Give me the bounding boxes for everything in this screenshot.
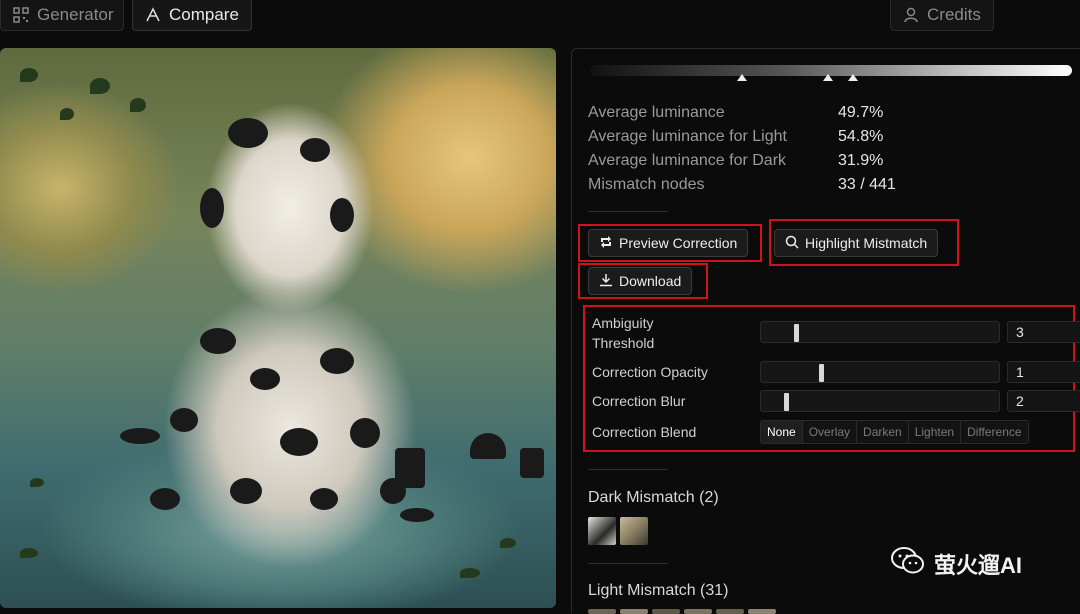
dark-mismatch-title: Dark Mismatch (2) xyxy=(588,489,719,506)
credits-label: Credits xyxy=(927,5,981,24)
highlight-mismatch-label: Highlight Mistmatch xyxy=(805,235,928,251)
stat-row: Mismatch nodes 33 / 441 xyxy=(588,173,896,197)
divider xyxy=(588,469,668,470)
download-icon xyxy=(599,273,613,290)
credits-button[interactable]: Credits xyxy=(890,0,994,31)
mismatch-thumbnail[interactable] xyxy=(620,609,648,614)
correction-opacity-slider[interactable] xyxy=(760,361,1000,383)
mismatch-thumbnail[interactable] xyxy=(748,609,776,614)
download-label: Download xyxy=(619,273,682,289)
luminance-marker-light xyxy=(848,74,858,81)
stat-label: Average luminance for Dark xyxy=(588,152,787,169)
mismatch-thumbnail[interactable] xyxy=(652,609,680,614)
user-icon xyxy=(903,7,919,23)
stat-row: Average luminance for Light 54.8% xyxy=(588,125,896,149)
mismatch-thumbnail[interactable] xyxy=(716,609,744,614)
stat-label: Mismatch nodes xyxy=(588,176,705,193)
watermark-text: 萤火遛AI xyxy=(934,553,1023,578)
blend-option-none[interactable]: None xyxy=(761,421,803,443)
slider-thumb[interactable] xyxy=(784,393,789,411)
highlight-mismatch-button[interactable]: Highlight Mistmatch xyxy=(774,229,939,257)
watermark: 萤火遛AI xyxy=(890,546,1022,582)
blend-option-lighten[interactable]: Lighten xyxy=(908,421,962,443)
stat-label: Average luminance xyxy=(588,104,725,121)
blend-option-overlay[interactable]: Overlay xyxy=(802,421,858,443)
analysis-panel: Average luminance 49.7% Average luminanc… xyxy=(571,48,1080,614)
tab-compare-label: Compare xyxy=(169,5,239,24)
mismatch-thumbnail[interactable] xyxy=(620,517,648,545)
divider xyxy=(588,563,668,564)
tab-compare[interactable]: Compare xyxy=(132,0,252,31)
stat-value: 31.9% xyxy=(838,152,884,169)
stat-row: Average luminance for Dark 31.9% xyxy=(588,149,896,173)
stat-row: Average luminance 49.7% xyxy=(588,101,896,125)
wechat-icon xyxy=(890,546,926,582)
blend-option-darken[interactable]: Darken xyxy=(857,421,909,443)
correction-opacity-input[interactable]: 1 xyxy=(1007,361,1080,383)
luminance-stats: Average luminance 49.7% Average luminanc… xyxy=(588,101,896,197)
compare-icon xyxy=(145,7,161,23)
refresh-icon xyxy=(599,235,613,252)
divider xyxy=(588,211,668,212)
blend-option-difference[interactable]: Difference xyxy=(961,421,1028,443)
tab-generator[interactable]: Generator xyxy=(0,0,124,31)
stat-value: 49.7% xyxy=(838,104,884,121)
dark-mismatch-thumbnails xyxy=(588,517,648,545)
light-mismatch-thumbnails xyxy=(588,609,776,614)
download-button[interactable]: Download xyxy=(588,267,693,295)
correction-blend-row: Correction Blend None Overlay Darken Lig… xyxy=(592,420,1080,446)
stat-value: 33 / 441 xyxy=(838,176,896,193)
luminance-marker-avg xyxy=(823,74,833,81)
correction-blur-input[interactable]: 2 xyxy=(1007,390,1080,412)
correction-blur-slider[interactable] xyxy=(760,390,1000,412)
ambiguity-threshold-row: Ambiguity Threshold 3 xyxy=(592,313,1080,353)
ambiguity-threshold-input[interactable]: 3 xyxy=(1007,321,1080,343)
correction-opacity-row: Correction Opacity 1 xyxy=(592,361,1080,385)
blend-mode-group: None Overlay Darken Lighten Difference xyxy=(760,420,1029,444)
luminance-marker-dark xyxy=(737,74,747,81)
mismatch-thumbnail[interactable] xyxy=(588,517,616,545)
stat-value: 54.8% xyxy=(838,128,884,145)
slider-thumb[interactable] xyxy=(819,364,824,382)
slider-thumb[interactable] xyxy=(794,324,799,342)
search-icon xyxy=(785,235,799,252)
mismatch-thumbnail[interactable] xyxy=(588,609,616,614)
light-mismatch-title: Light Mismatch (31) xyxy=(588,582,729,599)
preview-correction-button[interactable]: Preview Correction xyxy=(588,229,749,257)
ambiguity-threshold-slider[interactable] xyxy=(760,321,1000,343)
tab-generator-label: Generator xyxy=(37,5,114,24)
preview-correction-label: Preview Correction xyxy=(619,235,738,251)
top-bar: Generator Compare Credits xyxy=(0,0,1080,32)
mismatch-thumbnail[interactable] xyxy=(684,609,712,614)
qr-grid-icon xyxy=(13,7,29,23)
correction-blur-row: Correction Blur 2 xyxy=(592,390,1080,414)
stat-label: Average luminance for Light xyxy=(588,128,787,145)
generated-image xyxy=(0,48,556,608)
